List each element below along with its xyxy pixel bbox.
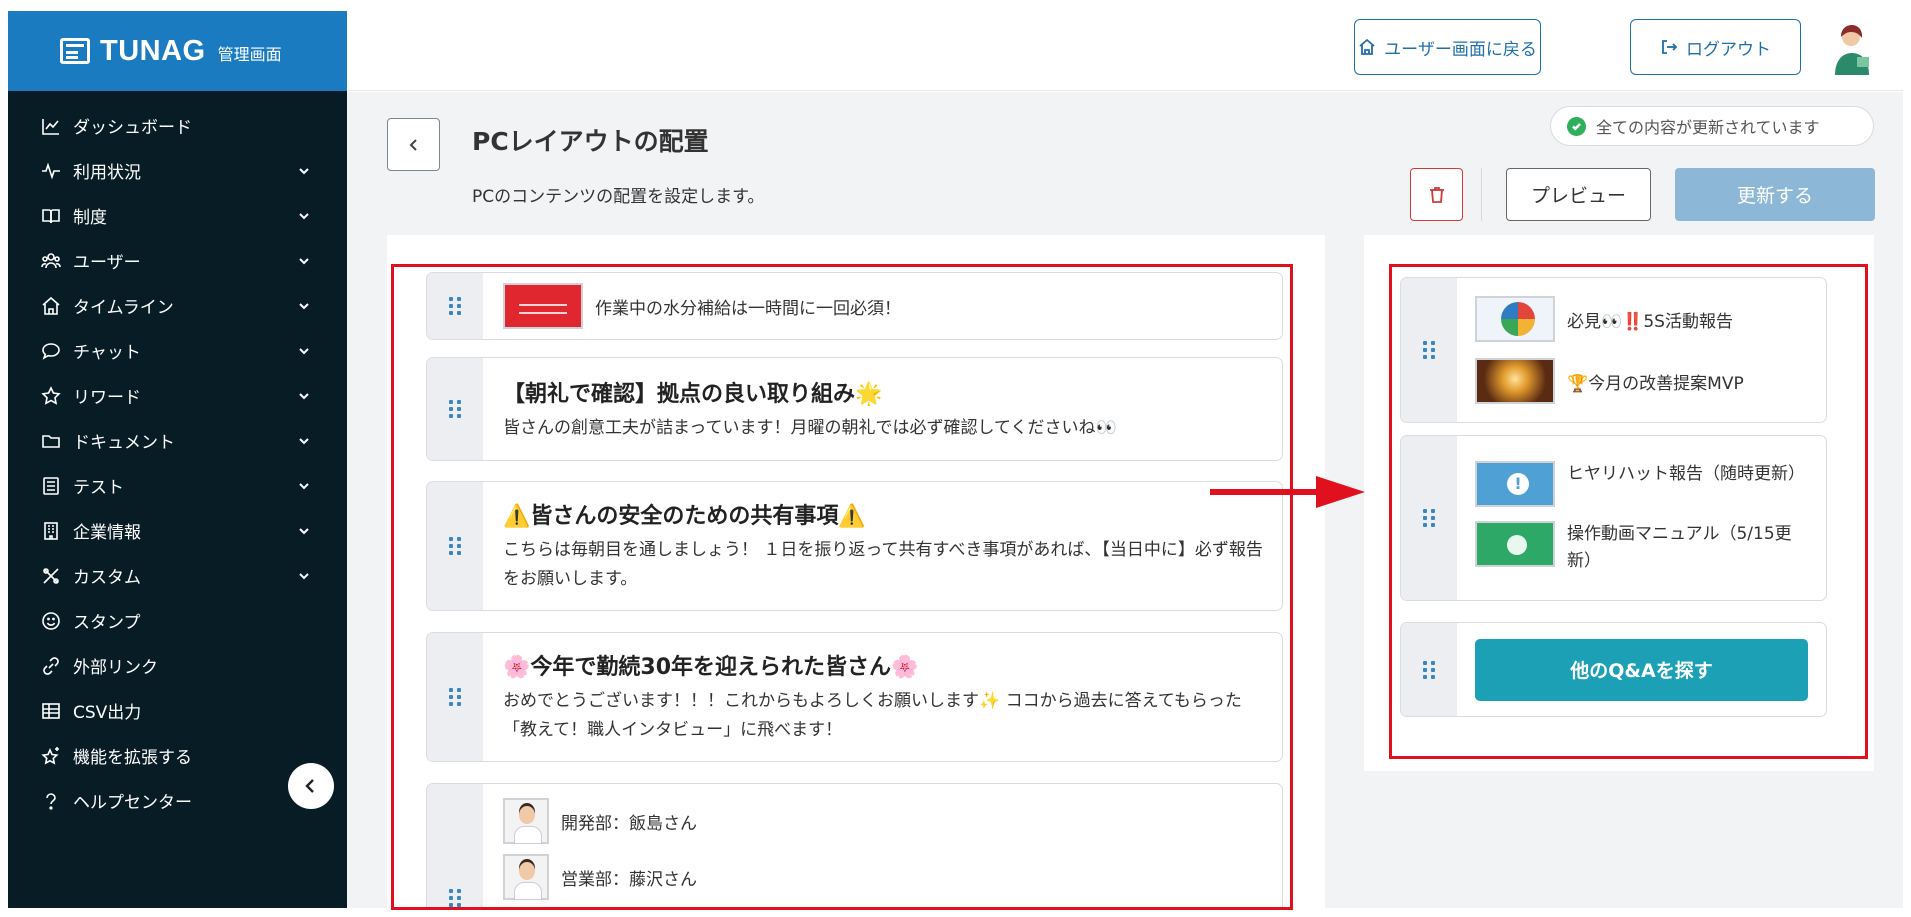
chevron-left-icon (305, 779, 314, 793)
chat-bubble-icon (41, 341, 61, 361)
logout-icon (1662, 40, 1678, 54)
sidebar-item-label: 企業情報 (73, 523, 141, 543)
table-icon (41, 701, 61, 721)
sidebar-item-dashboard[interactable]: ダッシュボード (8, 103, 347, 148)
update-button[interactable]: 更新する (1675, 168, 1875, 221)
chevron-down-icon (297, 209, 311, 223)
sidebar-item-label: 制度 (73, 208, 107, 228)
user-avatar[interactable] (1827, 23, 1877, 75)
sidebar: TUNAG 管理画面 ダッシュボード 利用状況 制度 ユーザー タイムライン チ… (8, 11, 347, 908)
smile-icon (41, 611, 61, 631)
sidebar-item-system[interactable]: 制度 (8, 193, 347, 238)
chevron-down-icon (297, 569, 311, 583)
chevron-down-icon (297, 479, 311, 493)
chevron-left-icon (409, 138, 417, 151)
page-description: PCのコンテンツの配置を設定します。 (472, 187, 765, 207)
users-icon (41, 251, 61, 271)
folder-icon (41, 431, 61, 451)
help-icon (41, 791, 61, 811)
sidebar-item-label: リワード (73, 388, 141, 408)
sidebar-item-label: ダッシュボード (73, 118, 192, 138)
chevron-down-icon (297, 344, 311, 358)
sidebar-item-chat[interactable]: チャット (8, 328, 347, 373)
sidebar-item-company[interactable]: 企業情報 (8, 508, 347, 553)
sidebar-item-external-link[interactable]: 外部リンク (8, 643, 347, 688)
chevron-down-icon (297, 254, 311, 268)
back-to-user-button[interactable]: ユーザー画面に戻る (1354, 19, 1541, 75)
sidebar-item-label: 機能を拡張する (73, 748, 192, 768)
sidebar-collapse-button[interactable] (288, 763, 334, 809)
sidebar-item-label: 外部リンク (73, 658, 158, 678)
sidebar-item-label: テスト (73, 478, 124, 498)
brand-name: TUNAG (100, 34, 206, 67)
sidebar-item-document[interactable]: ドキュメント (8, 418, 347, 463)
highlight-box-right (1389, 264, 1868, 759)
sidebar-item-custom[interactable]: カスタム (8, 553, 347, 598)
logout-label: ログアウト (1686, 39, 1771, 60)
chevron-down-icon (297, 524, 311, 538)
toolbar-divider (1481, 168, 1482, 221)
sidebar-nav: ダッシュボード 利用状況 制度 ユーザー タイムライン チャット リワード ドキ… (8, 91, 347, 823)
checklist-icon (41, 476, 61, 496)
save-status-badge: 全ての内容が更新されています (1550, 106, 1874, 146)
chevron-down-icon (297, 389, 311, 403)
sidebar-item-reward[interactable]: リワード (8, 373, 347, 418)
preview-button[interactable]: プレビュー (1506, 168, 1651, 221)
pulse-icon (41, 161, 61, 181)
delete-button[interactable] (1410, 168, 1463, 221)
check-circle-icon (1567, 116, 1586, 136)
sidebar-item-label: スタンプ (73, 613, 141, 633)
sidebar-item-label: カスタム (73, 568, 141, 588)
building-icon (41, 521, 61, 541)
brand-logo[interactable]: TUNAG 管理画面 (8, 11, 347, 91)
home-icon (41, 296, 61, 316)
link-icon (41, 656, 61, 676)
sidebar-item-label: CSV出力 (73, 703, 142, 723)
logout-button[interactable]: ログアウト (1630, 19, 1801, 75)
tools-icon (41, 566, 61, 586)
save-status-text: 全ての内容が更新されています (1596, 118, 1820, 137)
sidebar-item-label: ヘルプセンター (73, 793, 192, 813)
sidebar-item-csv-export[interactable]: CSV出力 (8, 688, 347, 733)
sidebar-item-stamp[interactable]: スタンプ (8, 598, 347, 643)
page-title: PCレイアウトの配置 (472, 127, 709, 156)
star-icon (41, 385, 61, 406)
trash-icon (1429, 186, 1444, 203)
sparkle-star-icon (41, 746, 61, 766)
highlight-box-left (391, 264, 1293, 910)
sidebar-item-usage[interactable]: 利用状況 (8, 148, 347, 193)
sidebar-item-test[interactable]: テスト (8, 463, 347, 508)
sidebar-item-timeline[interactable]: タイムライン (8, 283, 347, 328)
brand-subtitle: 管理画面 (217, 45, 282, 64)
chevron-down-icon (297, 434, 311, 448)
book-icon (41, 206, 61, 226)
back-to-user-label: ユーザー画面に戻る (1384, 39, 1537, 60)
arrow-right-icon (1210, 476, 1365, 508)
sidebar-item-label: ドキュメント (73, 433, 175, 453)
brand-logo-icon (60, 38, 90, 64)
back-button[interactable] (387, 118, 440, 171)
home-icon (1359, 38, 1375, 55)
chart-line-icon (41, 116, 61, 136)
sidebar-item-label: チャット (73, 343, 141, 363)
sidebar-item-users[interactable]: ユーザー (8, 238, 347, 283)
sidebar-item-label: タイムライン (73, 298, 174, 318)
top-header: ユーザー画面に戻る ログアウト (347, 11, 1903, 91)
sidebar-item-label: ユーザー (73, 253, 141, 273)
chevron-down-icon (297, 299, 311, 313)
sidebar-item-label: 利用状況 (73, 163, 141, 183)
chevron-down-icon (297, 164, 311, 178)
